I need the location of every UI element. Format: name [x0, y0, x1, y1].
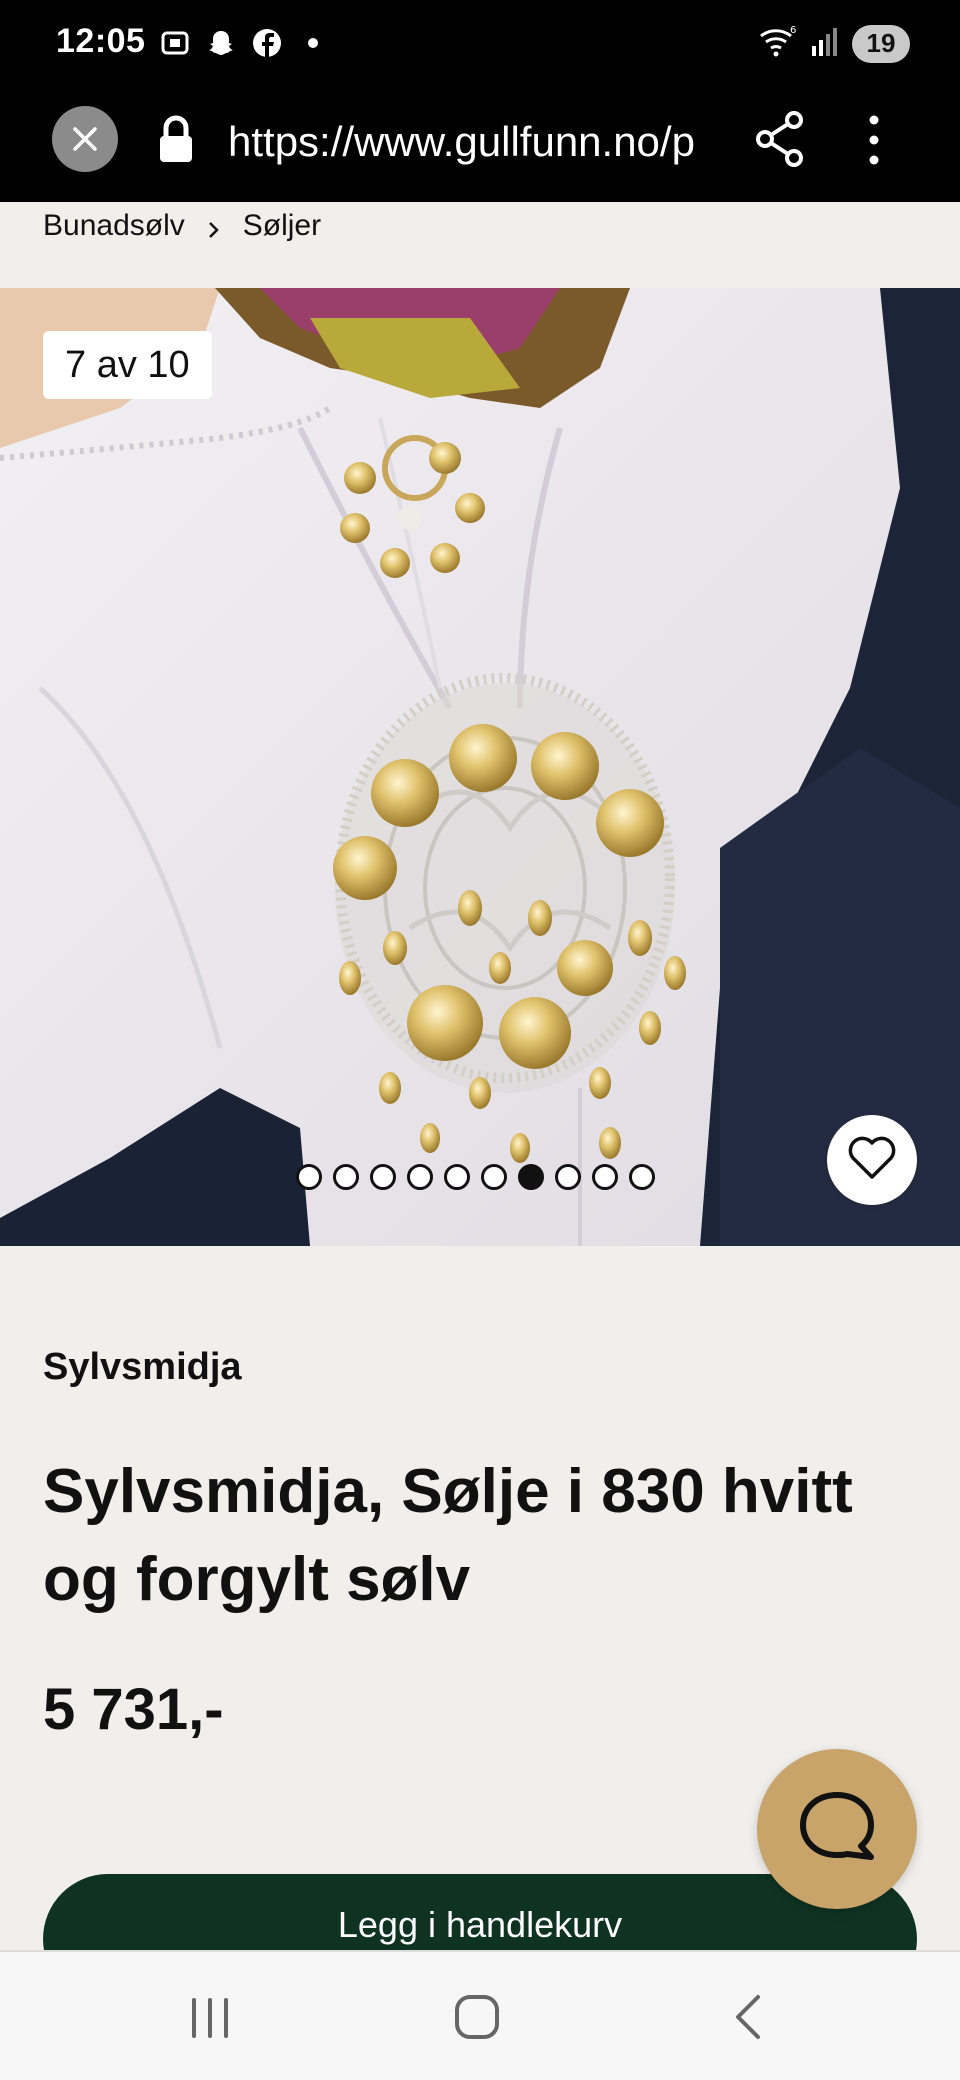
battery-indicator: 19	[852, 24, 910, 63]
url-field[interactable]: https://www.gullfunn.no/p	[228, 114, 714, 170]
status-icons-right: 6 19	[758, 24, 910, 63]
gallery-dot[interactable]	[629, 1164, 655, 1190]
product-photo	[0, 288, 960, 1246]
gallery-dot[interactable]	[407, 1164, 433, 1190]
status-time: 12:05	[56, 22, 146, 60]
lock-icon[interactable]	[154, 114, 198, 166]
gallery-dot[interactable]	[444, 1164, 470, 1190]
signal-icon	[810, 24, 840, 63]
share-icon[interactable]	[754, 110, 806, 168]
screenshot-icon	[158, 26, 192, 60]
facebook-icon	[250, 26, 284, 60]
breadcrumb-item-soljer[interactable]: Søljer	[243, 209, 321, 243]
svg-text:6: 6	[790, 25, 796, 36]
gallery-dot-active[interactable]	[518, 1164, 544, 1190]
breadcrumb-item-bunadsolv[interactable]: Bunadsølv	[43, 209, 185, 243]
system-nav-bar	[0, 1950, 960, 2080]
close-icon[interactable]	[52, 106, 118, 172]
gallery-dot[interactable]	[296, 1164, 322, 1190]
gallery-dot[interactable]	[481, 1164, 507, 1190]
add-to-cart-label: Legg i handlekurv	[337, 1904, 623, 1945]
gallery-dot[interactable]	[333, 1164, 359, 1190]
gallery-dot[interactable]	[592, 1164, 618, 1190]
favorite-button[interactable]	[827, 1115, 917, 1205]
chevron-right-icon	[203, 215, 225, 238]
heart-icon	[847, 1135, 897, 1186]
product-brand[interactable]: Sylvsmidja	[43, 1346, 242, 1389]
status-bar: 12:05 6 19	[0, 0, 960, 92]
more-vert-icon[interactable]	[856, 112, 892, 168]
wifi-icon: 6	[758, 24, 798, 63]
dot-icon	[296, 26, 330, 60]
gallery-pagination	[296, 1164, 655, 1190]
chat-button[interactable]	[757, 1749, 917, 1909]
back-icon[interactable]	[728, 1992, 768, 2042]
product-image-gallery[interactable]: 7 av 10	[0, 288, 960, 1246]
browser-url-bar: https://www.gullfunn.no/p	[0, 92, 960, 202]
recent-apps-icon[interactable]	[186, 1994, 234, 2042]
gallery-dot[interactable]	[370, 1164, 396, 1190]
product-title: Sylvsmidja, Sølje i 830 hvitt og forgylt…	[43, 1457, 853, 1614]
breadcrumb: Bunadsølv Søljer	[43, 204, 321, 248]
chat-icon	[795, 1787, 879, 1872]
status-icons-left	[158, 26, 330, 60]
gallery-dot[interactable]	[555, 1164, 581, 1190]
home-icon[interactable]	[452, 1992, 502, 2042]
snapchat-icon	[204, 26, 238, 60]
image-counter-badge: 7 av 10	[43, 331, 212, 399]
product-price: 5 731,-	[43, 1677, 224, 1742]
